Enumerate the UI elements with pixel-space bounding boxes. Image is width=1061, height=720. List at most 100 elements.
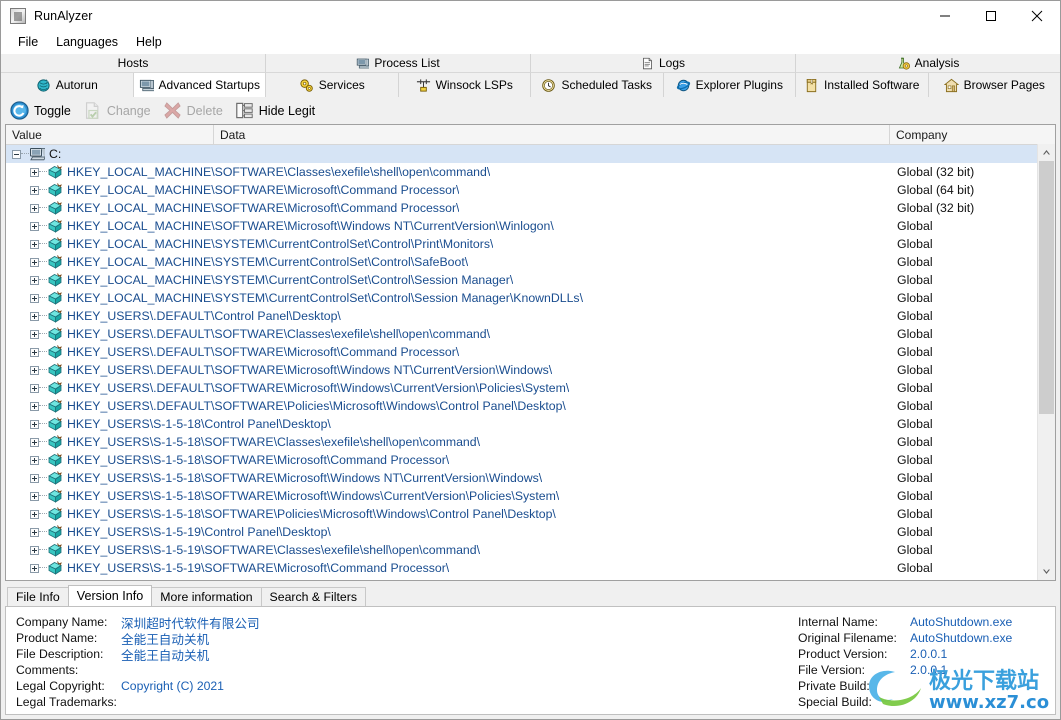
expand-plus-icon[interactable] — [30, 437, 39, 447]
tab-browser-pages[interactable]: Browser Pages — [928, 73, 1060, 97]
table-row[interactable]: HKEY_USERS\S-1-5-18\SOFTWARE\Classes\exe… — [6, 433, 1055, 451]
menu-languages[interactable]: Languages — [47, 33, 127, 51]
scroll-down-arrow[interactable] — [1038, 563, 1055, 580]
details-tab-version-info[interactable]: Version Info — [67, 585, 153, 606]
expand-plus-icon[interactable] — [30, 545, 39, 555]
expand-plus-icon[interactable] — [30, 365, 39, 375]
column-header-company[interactable]: Company — [890, 125, 1055, 144]
close-button[interactable] — [1014, 1, 1060, 31]
table-row[interactable]: HKEY_USERS\S-1-5-19\SOFTWARE\Microsoft\C… — [6, 559, 1055, 577]
tab-explorer-plugins[interactable]: Explorer Plugins — [663, 73, 796, 97]
table-row[interactable]: HKEY_LOCAL_MACHINE\SYSTEM\CurrentControl… — [6, 253, 1055, 271]
tab-label: Scheduled Tasks — [561, 78, 652, 92]
expand-plus-icon[interactable] — [30, 221, 39, 231]
table-row[interactable]: HKEY_LOCAL_MACHINE\SOFTWARE\Microsoft\Co… — [6, 199, 1055, 217]
expand-plus-icon[interactable] — [30, 347, 39, 357]
collapse-minus-icon[interactable] — [12, 149, 21, 159]
tree-connector — [39, 513, 47, 515]
menu-help[interactable]: Help — [127, 33, 171, 51]
table-row[interactable]: HKEY_USERS\S-1-5-18\SOFTWARE\Microsoft\W… — [6, 469, 1055, 487]
expand-plus-icon[interactable] — [30, 275, 39, 285]
expand-plus-icon[interactable] — [30, 203, 39, 213]
version-info-panel: Company Name: 深圳超时代软件有限公司 Product Name: 全能王… — [5, 606, 1056, 715]
table-row[interactable]: HKEY_USERS\S-1-5-18\SOFTWARE\Policies\Mi… — [6, 505, 1055, 523]
primary-tab-row: Hosts Process List Logs Analysis — [1, 53, 1060, 73]
tab-autorun[interactable]: Autorun — [1, 73, 134, 97]
column-header-data[interactable]: Data — [214, 125, 890, 144]
hide-legit-button[interactable]: Hide Legit — [232, 99, 322, 122]
table-row[interactable]: HKEY_USERS\S-1-5-18\SOFTWARE\Microsoft\C… — [6, 451, 1055, 469]
expand-plus-icon[interactable] — [30, 167, 39, 177]
scroll-up-arrow[interactable] — [1038, 144, 1055, 161]
home-icon — [943, 78, 959, 92]
table-row[interactable]: HKEY_LOCAL_MACHINE\SOFTWARE\Classes\exef… — [6, 163, 1055, 181]
row-company-cell: Global — [897, 273, 933, 287]
expand-plus-icon[interactable] — [30, 257, 39, 267]
expand-plus-icon[interactable] — [30, 527, 39, 537]
tab-installed-software[interactable]: Installed Software — [796, 73, 929, 97]
table-row[interactable]: C: — [6, 145, 1055, 163]
table-row[interactable]: HKEY_USERS\.DEFAULT\SOFTWARE\Classes\exe… — [6, 325, 1055, 343]
details-tab-label: More information — [160, 590, 253, 604]
table-row[interactable]: HKEY_USERS\.DEFAULT\SOFTWARE\Microsoft\C… — [6, 343, 1055, 361]
expand-plus-icon[interactable] — [30, 185, 39, 195]
table-row[interactable]: HKEY_USERS\.DEFAULT\SOFTWARE\Microsoft\W… — [6, 379, 1055, 397]
toggle-button[interactable]: Toggle — [7, 99, 78, 122]
scroll-thumb[interactable] — [1039, 161, 1054, 415]
tree-connector — [39, 243, 47, 245]
row-company-cell: Global — [897, 327, 933, 341]
table-row[interactable]: HKEY_USERS\.DEFAULT\SOFTWARE\Microsoft\W… — [6, 361, 1055, 379]
tab-scheduled-tasks[interactable]: Scheduled Tasks — [531, 73, 664, 97]
table-row[interactable]: HKEY_LOCAL_MACHINE\SOFTWARE\Microsoft\Co… — [6, 181, 1055, 199]
table-row[interactable]: HKEY_USERS\.DEFAULT\SOFTWARE\Policies\Mi… — [6, 397, 1055, 415]
primary-tab-logs[interactable]: Logs — [531, 54, 796, 73]
version-info-row: Private Build: — [798, 678, 1012, 694]
table-row[interactable]: HKEY_LOCAL_MACHINE\SYSTEM\CurrentControl… — [6, 289, 1055, 307]
vertical-scrollbar[interactable] — [1037, 144, 1055, 580]
minimize-button[interactable] — [922, 1, 968, 31]
primary-tab-process-list[interactable]: Process List — [266, 54, 531, 73]
row-value-cell: HKEY_USERS\S-1-5-18\SOFTWARE\Microsoft\C… — [6, 452, 449, 468]
version-info-key: Private Build: — [798, 679, 870, 693]
expand-plus-icon[interactable] — [30, 293, 39, 303]
table-row[interactable]: HKEY_USERS\S-1-5-18\Control Panel\Deskto… — [6, 415, 1055, 433]
tab-services[interactable]: Services — [266, 73, 399, 97]
details-tab-search-filters[interactable]: Search & Filters — [260, 587, 367, 606]
maximize-button[interactable] — [968, 1, 1014, 31]
version-info-key: Legal Copyright: — [16, 679, 105, 693]
table-row[interactable]: HKEY_LOCAL_MACHINE\SYSTEM\CurrentControl… — [6, 235, 1055, 253]
menu-file[interactable]: File — [9, 33, 47, 51]
tab-winsock-lsps[interactable]: Winsock LSPs — [398, 73, 531, 97]
table-row[interactable]: HKEY_LOCAL_MACHINE\SOFTWARE\Microsoft\Wi… — [6, 217, 1055, 235]
table-row[interactable]: HKEY_USERS\.DEFAULT\Control Panel\Deskto… — [6, 307, 1055, 325]
expand-plus-icon[interactable] — [30, 401, 39, 411]
table-row[interactable]: HKEY_USERS\S-1-5-19\SOFTWARE\Classes\exe… — [6, 541, 1055, 559]
expand-plus-icon[interactable] — [30, 509, 39, 519]
tab-advanced-startups[interactable]: Advanced Startups — [133, 73, 266, 97]
primary-tab-analysis[interactable]: Analysis — [796, 54, 1060, 73]
expand-plus-icon[interactable] — [30, 455, 39, 465]
table-row[interactable]: HKEY_LOCAL_MACHINE\SYSTEM\CurrentControl… — [6, 271, 1055, 289]
scroll-track[interactable] — [1038, 161, 1055, 563]
expand-plus-icon[interactable] — [30, 563, 39, 573]
table-row[interactable]: HKEY_USERS\S-1-5-18\SOFTWARE\Microsoft\W… — [6, 487, 1055, 505]
expand-plus-icon[interactable] — [30, 491, 39, 501]
expand-plus-icon[interactable] — [30, 311, 39, 321]
row-value-cell: HKEY_USERS\S-1-5-18\SOFTWARE\Classes\exe… — [6, 434, 480, 450]
primary-tab-hosts[interactable]: Hosts — [1, 54, 266, 73]
column-header-value[interactable]: Value — [6, 125, 214, 144]
row-company-cell: Global — [897, 453, 933, 467]
details-tab-more-information[interactable]: More information — [151, 587, 262, 606]
expand-plus-icon[interactable] — [30, 473, 39, 483]
expand-plus-icon[interactable] — [30, 329, 39, 339]
tree-connector — [39, 315, 47, 317]
registry-icon — [48, 273, 62, 287]
table-row[interactable]: HKEY_USERS\S-1-5-19\Control Panel\Deskto… — [6, 523, 1055, 541]
details-tab-file-info[interactable]: File Info — [7, 587, 69, 606]
row-company-cell: Global — [897, 291, 933, 305]
expand-plus-icon[interactable] — [30, 419, 39, 429]
expand-plus-icon[interactable] — [30, 239, 39, 249]
expand-plus-icon[interactable] — [30, 383, 39, 393]
listview-body[interactable]: C: HKEY_LOCAL_MACHINE\SOFTWARE\Classes\ex… — [6, 145, 1055, 580]
tree-connector — [39, 369, 47, 371]
